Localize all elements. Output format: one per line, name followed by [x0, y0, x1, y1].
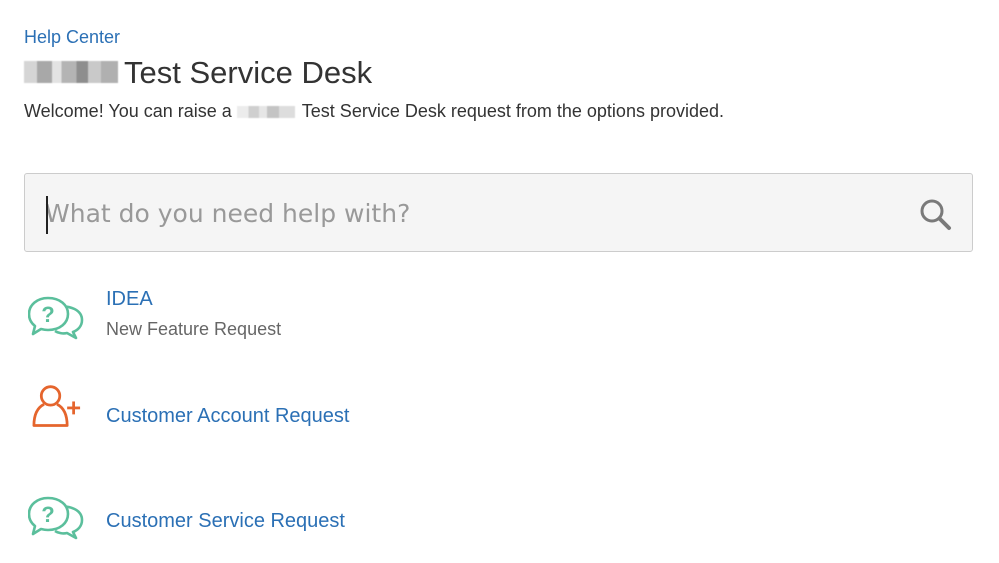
- search-box: [24, 173, 973, 252]
- add-user-icon: [32, 385, 81, 427]
- portal-header: Test Service Desk: [24, 52, 372, 92]
- redacted-company-name: [24, 61, 118, 83]
- request-name[interactable]: Customer Account Request: [106, 405, 349, 428]
- text-cursor: [46, 196, 48, 234]
- help-center-page: Help Center Test Service Desk Welcome! Y…: [0, 0, 999, 563]
- welcome-text-start: Welcome! You can raise a: [24, 101, 232, 121]
- search-input[interactable]: [45, 192, 905, 234]
- request-name[interactable]: IDEA: [106, 288, 153, 311]
- request-description: New Feature Request: [106, 319, 282, 339]
- svg-text:?: ?: [41, 302, 54, 327]
- question-chat-bubbles-icon: ?: [28, 496, 84, 540]
- redacted-company-name-inline: [236, 105, 295, 118]
- request-name[interactable]: Customer Service Request: [106, 510, 345, 533]
- breadcrumb-help-center[interactable]: Help Center: [24, 27, 120, 48]
- svg-text:?: ?: [41, 502, 54, 527]
- welcome-text-end: Test Service Desk request from the optio…: [301, 101, 724, 121]
- question-chat-bubbles-icon: ?: [28, 296, 84, 340]
- search-icon[interactable]: [918, 197, 952, 231]
- welcome-message: Welcome! You can raise a Test Service De…: [24, 101, 724, 122]
- page-title: Test Service Desk: [124, 54, 373, 90]
